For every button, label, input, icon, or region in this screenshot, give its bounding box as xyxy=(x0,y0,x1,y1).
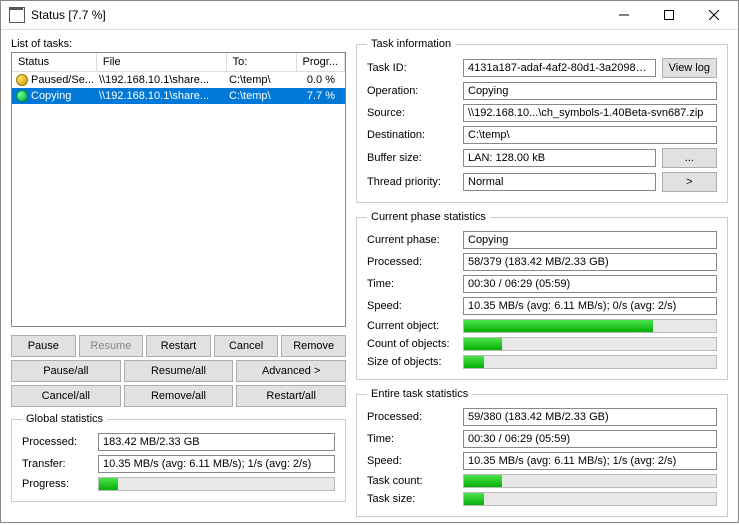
current-phase-stats: Current phase statistics Current phase: … xyxy=(356,211,728,380)
remove-button[interactable]: Remove xyxy=(281,335,346,357)
task-list-label: List of tasks: xyxy=(11,38,346,50)
status-copying-icon xyxy=(16,90,28,102)
buffer-options-button[interactable]: ... xyxy=(662,148,717,168)
phase-speed: 10.35 MB/s (avg: 6.11 MB/s); 0/s (avg: 2… xyxy=(463,297,717,315)
col-progress[interactable]: Progr... xyxy=(297,53,345,71)
global-stats: Global statistics Processed: 183.42 MB/2… xyxy=(11,413,346,502)
col-file[interactable]: File xyxy=(97,53,227,71)
global-processed: 183.42 MB/2.33 GB xyxy=(98,433,335,451)
destination: C:\temp\ xyxy=(463,126,717,144)
minimize-button[interactable] xyxy=(601,1,646,29)
maximize-button[interactable] xyxy=(646,1,691,29)
task-size-bar xyxy=(463,492,717,506)
restart-all-button[interactable]: Restart/all xyxy=(236,385,346,407)
phase-processed: 58/379 (183.42 MB/2.33 GB) xyxy=(463,253,717,271)
entire-time: 00:30 / 06:29 (05:59) xyxy=(463,430,717,448)
task-information: Task information Task ID: 4131a187-adaf-… xyxy=(356,38,728,203)
task-table[interactable]: Status File To: Progr... Paused/Se... \\… xyxy=(11,52,346,327)
status-window: Status [7.7 %] List of tasks: Status Fil… xyxy=(0,0,739,523)
entire-speed: 10.35 MB/s (avg: 6.11 MB/s); 1/s (avg: 2… xyxy=(463,452,717,470)
resume-all-button[interactable]: Resume/all xyxy=(124,360,234,382)
global-transfer: 10.35 MB/s (avg: 6.11 MB/s); 1/s (avg: 2… xyxy=(98,455,335,473)
pause-all-button[interactable]: Pause/all xyxy=(11,360,121,382)
remove-all-button[interactable]: Remove/all xyxy=(124,385,234,407)
source: \\192.168.10...\ch_symbols-1.40Beta-svn6… xyxy=(463,104,717,122)
table-row[interactable]: Paused/Se... \\192.168.10.1\share... C:\… xyxy=(12,72,345,88)
operation: Copying xyxy=(463,82,717,100)
restart-button[interactable]: Restart xyxy=(146,335,211,357)
view-log-button[interactable]: View log xyxy=(662,58,717,78)
current-phase: Copying xyxy=(463,231,717,249)
table-header: Status File To: Progr... xyxy=(12,53,345,72)
global-progress-bar xyxy=(98,477,335,491)
entire-task-stats: Entire task statistics Processed: 59/380… xyxy=(356,388,728,517)
pause-button[interactable]: Pause xyxy=(11,335,76,357)
count-objects-bar xyxy=(463,337,717,351)
titlebar: Status [7.7 %] xyxy=(1,1,738,30)
current-object-bar xyxy=(463,319,717,333)
task-count-bar xyxy=(463,474,717,488)
cancel-button[interactable]: Cancel xyxy=(214,335,279,357)
size-objects-bar xyxy=(463,355,717,369)
priority-options-button[interactable]: > xyxy=(662,172,717,192)
close-button[interactable] xyxy=(691,1,736,29)
task-id: 4131a187-adaf-4af2-80d1-3a2098a... xyxy=(463,59,656,77)
col-status[interactable]: Status xyxy=(12,53,97,71)
advanced-button[interactable]: Advanced > xyxy=(236,360,346,382)
window-title: Status [7.7 %] xyxy=(31,8,601,22)
table-row[interactable]: Copying \\192.168.10.1\share... C:\temp\… xyxy=(12,88,345,104)
resume-button[interactable]: Resume xyxy=(79,335,144,357)
thread-priority: Normal xyxy=(463,173,656,191)
cancel-all-button[interactable]: Cancel/all xyxy=(11,385,121,407)
entire-processed: 59/380 (183.42 MB/2.33 GB) xyxy=(463,408,717,426)
buffer-size: LAN: 128.00 kB xyxy=(463,149,656,167)
app-icon xyxy=(9,7,25,23)
phase-time: 00:30 / 06:29 (05:59) xyxy=(463,275,717,293)
col-to[interactable]: To: xyxy=(227,53,297,71)
status-paused-icon xyxy=(16,74,28,86)
